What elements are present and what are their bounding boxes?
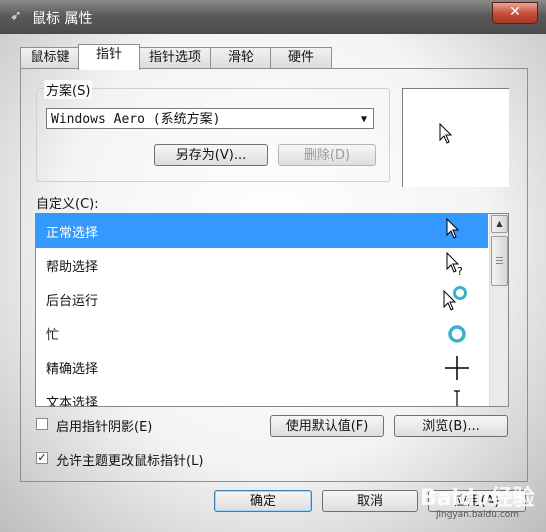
watermark-url: jingyan.baidu.com — [436, 510, 520, 520]
list-item[interactable]: 精确选择 — [36, 350, 488, 384]
mouse-pointer-icon: ➶ — [10, 8, 22, 24]
svg-text:?: ? — [457, 265, 463, 278]
list-item-label: 正常选择 — [46, 226, 99, 241]
list-item-label: 帮助选择 — [46, 260, 99, 275]
close-button[interactable]: ✕ — [492, 2, 538, 24]
custom-label: 自定义(C): — [36, 197, 99, 212]
tab-pointers[interactable]: 指针 — [78, 44, 140, 70]
baidu-watermark: Baidu经验 — [420, 486, 535, 511]
text-ibeam-icon — [454, 390, 460, 406]
tab-wheel[interactable]: 滑轮 — [210, 47, 272, 68]
list-item[interactable]: 忙 — [36, 316, 488, 350]
cursor-preview — [402, 88, 509, 187]
grip-line — [496, 260, 503, 261]
scheme-select[interactable]: Windows Aero (系统方案) ▼ — [46, 108, 374, 129]
working-in-background-icon — [443, 286, 467, 311]
scheme-group — [36, 88, 390, 182]
list-item[interactable]: 文本选择 — [36, 384, 488, 407]
list-scrollbar[interactable]: ▲ — [489, 214, 508, 406]
use-default-button[interactable]: 使用默认值(F) — [270, 415, 384, 437]
window-title: 鼠标 属性 — [32, 11, 93, 27]
scheme-label: 方案(S) — [44, 80, 93, 99]
theme-label: 允许主题更改鼠标指针(L) — [56, 454, 204, 469]
theme-checkbox[interactable]: ✓ — [36, 452, 48, 464]
scrollbar-thumb[interactable] — [491, 236, 508, 286]
dropdown-arrow-icon: ▼ — [360, 114, 367, 125]
list-item-label: 精确选择 — [46, 362, 99, 377]
list-item[interactable]: 帮助选择 ? — [36, 248, 488, 282]
shadow-label: 启用指针阴影(E) — [56, 420, 153, 435]
ok-button[interactable]: 确定 — [214, 490, 312, 512]
cursor-list: 正常选择 帮助选择 ? 后台运行 忙 精确选择 文本选择 ▲ — [35, 213, 509, 407]
cancel-button[interactable]: 取消 — [322, 490, 418, 512]
busy-ring-icon — [448, 325, 466, 343]
scheme-selected-value: Windows Aero (系统方案) — [51, 112, 221, 127]
list-item-label: 文本选择 — [46, 396, 99, 407]
arrow-cursor-icon — [446, 217, 460, 239]
grip-line — [496, 263, 503, 264]
browse-button[interactable]: 浏览(B)... — [394, 415, 508, 437]
tab-buttons[interactable]: 鼠标键 — [20, 47, 80, 68]
tab-pointer-options[interactable]: 指针选项 — [138, 47, 212, 68]
grip-line — [496, 257, 503, 258]
delete-button[interactable]: 删除(D) — [278, 144, 376, 166]
tab-hardware[interactable]: 硬件 — [270, 47, 332, 68]
list-item-label: 忙 — [46, 328, 60, 343]
list-item[interactable]: 正常选择 — [36, 214, 488, 248]
save-as-button[interactable]: 另存为(V)... — [154, 144, 268, 166]
shadow-checkbox[interactable] — [36, 418, 48, 430]
crosshair-icon — [445, 356, 469, 380]
help-cursor-icon: ? — [446, 251, 463, 278]
list-item-label: 后台运行 — [46, 294, 99, 309]
list-item[interactable]: 后台运行 — [36, 282, 488, 316]
preview-arrow-cursor-icon — [439, 123, 453, 144]
title-bar: ➶ 鼠标 属性 ✕ — [0, 0, 546, 34]
scroll-up-arrow-icon[interactable]: ▲ — [491, 215, 508, 233]
